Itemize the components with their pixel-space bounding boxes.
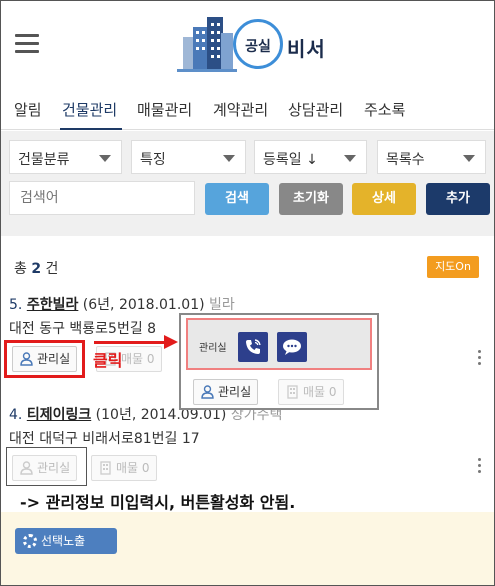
map-toggle-button[interactable]: 지도On <box>427 256 479 278</box>
list-item-type: 빌라 <box>209 297 235 313</box>
more-options-icon[interactable] <box>477 350 483 368</box>
building-type-select-value: 건물분류 <box>18 152 70 168</box>
annotation-highlight <box>4 340 85 378</box>
list-item-address: 대전 동구 백룡로5번길 8 <box>9 321 157 337</box>
page-size-select[interactable]: 목록수 <box>377 140 486 174</box>
chevron-down-icon <box>463 155 475 162</box>
total-number: 2 <box>31 261 42 277</box>
list-item-name[interactable]: 주한빌라 <box>27 297 79 313</box>
app-header: 공실 비서 <box>1 1 494 87</box>
popup-manager-title: 관리실 <box>199 343 227 354</box>
search-input[interactable] <box>9 181 195 215</box>
person-icon <box>201 385 214 399</box>
phone-icon <box>246 339 261 354</box>
reset-button[interactable]: 초기화 <box>279 183 343 215</box>
app-logo[interactable]: 공실 비서 <box>177 13 337 75</box>
chevron-down-icon <box>99 155 111 162</box>
chevron-down-icon <box>344 155 356 162</box>
manager-popup: 관리실 관리실 매물 0 <box>179 313 379 410</box>
sort-select-value: 등록일 ↓ <box>263 152 318 168</box>
call-button[interactable] <box>238 332 268 362</box>
detail-button[interactable]: 상세 <box>352 183 416 215</box>
popup-listing-button-label: 매물 0 <box>303 385 337 399</box>
add-button[interactable]: 추가 <box>426 183 490 215</box>
chat-bubble-icon <box>283 339 301 355</box>
list-item-title[interactable]: 5. 주한빌라 (6년, 2018.01.01) 빌라 <box>9 294 235 314</box>
list-item-address: 대전 대덕구 비래서로81번길 17 <box>9 431 200 447</box>
chevron-down-icon <box>223 155 235 162</box>
list-item-meta: (6년, 2018.01.01) <box>82 297 205 313</box>
menu-icon[interactable] <box>15 34 39 54</box>
popup-manager-button[interactable]: 관리실 <box>193 379 259 405</box>
tab-address-book[interactable]: 주소록 <box>364 99 405 120</box>
building-small-icon <box>100 461 111 475</box>
tab-contract-management[interactable]: 계약관리 <box>213 99 268 120</box>
listing-button-label: 매물 0 <box>116 461 150 475</box>
tab-alerts[interactable]: 알림 <box>14 99 42 120</box>
chat-button[interactable] <box>277 332 307 362</box>
annotation-note: -> 관리정보 미입력시, 버튼활성화 안됨. <box>20 493 296 512</box>
annotation-arrow-head <box>164 335 178 349</box>
bottom-action-bar: 선택노출 <box>1 512 494 585</box>
list-item-number: 5. <box>9 297 23 313</box>
click-annotation-label: 클릭 <box>93 351 123 370</box>
building-icon <box>177 17 237 72</box>
tab-listing-management[interactable]: 매물관리 <box>137 99 192 120</box>
list-item-name[interactable]: 티제이링크 <box>27 407 91 423</box>
logo-badge-text: 공실 <box>245 39 271 55</box>
filter-panel: 건물분류 특징 등록일 ↓ 목록수 검색 초기화 상세 추가 <box>1 131 494 236</box>
sort-select[interactable]: 등록일 ↓ <box>254 140 367 174</box>
annotation-highlight <box>6 447 87 486</box>
tab-building-management[interactable]: 건물관리 <box>62 99 117 120</box>
feature-select-value: 특징 <box>140 152 166 168</box>
more-options-icon[interactable] <box>477 458 483 476</box>
search-button[interactable]: 검색 <box>205 183 269 215</box>
select-expose-label: 선택노출 <box>41 534 86 548</box>
total-suffix: 건 <box>45 261 59 277</box>
main-tabs: 알림 건물관리 매물관리 계약관리 상담관리 주소록 <box>1 88 494 130</box>
logo-text: 비서 <box>287 37 326 61</box>
building-type-select[interactable]: 건물분류 <box>9 140 122 174</box>
manager-popup-actions: 관리실 <box>186 318 372 370</box>
popup-manager-button-label: 관리실 <box>218 385 252 399</box>
total-prefix: 총 <box>14 261 27 277</box>
popup-listing-button[interactable]: 매물 0 <box>278 379 344 405</box>
page-size-select-value: 목록수 <box>386 152 425 168</box>
tab-consultation-management[interactable]: 상담관리 <box>288 99 343 120</box>
listing-button-label: 매물 0 <box>121 352 155 366</box>
list-item-number: 4. <box>9 407 23 423</box>
logo-badge: 공실 <box>233 19 283 69</box>
feature-select[interactable]: 특징 <box>131 140 246 174</box>
total-count: 총 2 건 <box>14 258 58 278</box>
active-tab-indicator <box>60 128 122 130</box>
building-small-icon <box>287 385 298 399</box>
annotation-arrow <box>94 341 166 344</box>
listing-button[interactable]: 매물 0 <box>91 455 157 481</box>
gear-icon <box>23 534 37 548</box>
select-expose-button[interactable]: 선택노출 <box>15 528 117 554</box>
